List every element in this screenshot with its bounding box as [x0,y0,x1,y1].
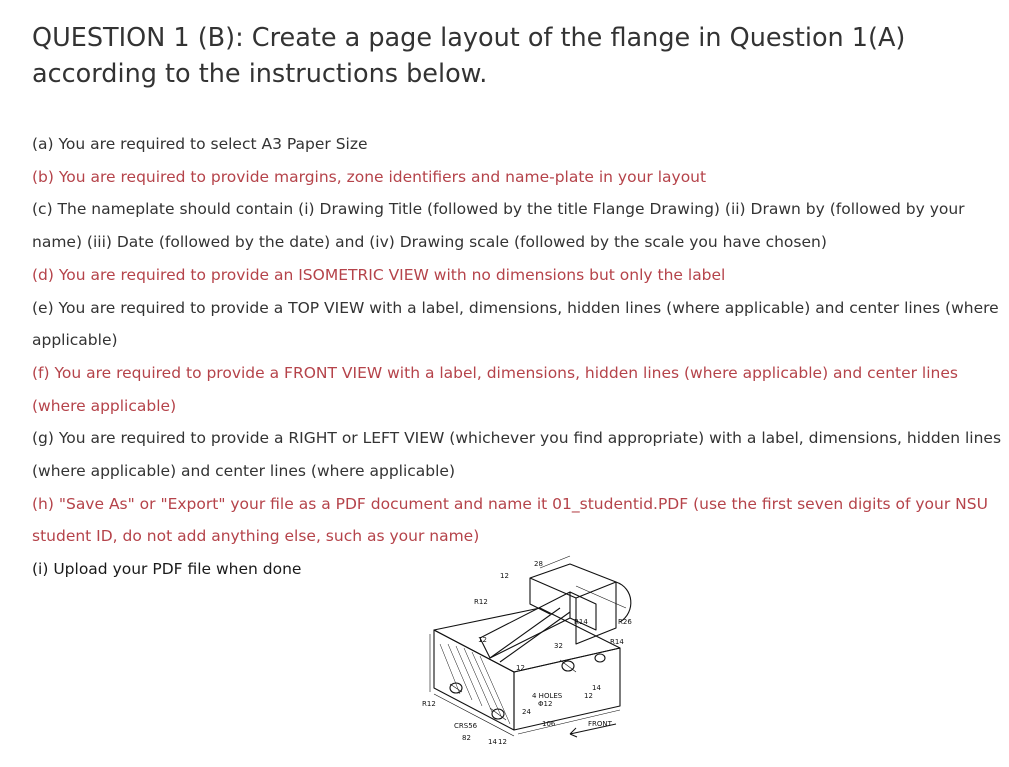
instruction-b: (b) You are required to provide margins,… [32,167,707,186]
label-12b: 12 [498,738,507,746]
upright-left [529,578,551,615]
hole-back [594,653,606,663]
instruction-f: (f) You are required to provide a FRONT … [32,363,958,415]
instruction-list: (a) You are required to select A3 Paper … [32,128,1002,586]
label-12-top: 12 [500,572,509,580]
label-12-right: 12 [584,692,593,700]
question-title: QUESTION 1 (B): Create a page layout of … [32,23,906,89]
label-82: 82 [462,734,471,742]
label-12-mid: 12 [516,664,525,672]
instruction-h: (h) "Save As" or "Export" your file as a… [32,494,988,546]
label-12-left: 12 [478,636,487,644]
instruction-d: (d) You are required to provide an ISOME… [32,265,726,284]
label-r12-left: R12 [422,700,436,708]
label-24: 24 [522,708,531,716]
rib-line-2 [499,611,571,663]
instruction-a: (a) You are required to select A3 Paper … [32,135,368,153]
label-r12-top: R12 [474,598,488,606]
instruction-e: (e) You are required to provide a TOP VI… [32,298,999,350]
label-14: 14 [592,684,601,692]
question-page: QUESTION 1 (B): Create a page layout of … [0,0,1009,767]
label-front: FRONT [588,720,613,728]
label-holes: 4 HOLES [532,692,563,700]
label-28: 28 [534,560,543,568]
label-crs: CRS56 [454,722,478,730]
label-106: 106 [542,720,556,728]
isometric-flange-drawing: 28 12 R12 R14 R26 R14 12 32 12 14 4 HOLE… [422,555,632,746]
label-14b: 14 [488,738,497,746]
instruction-g: (g) You are required to provide a RIGHT … [32,429,1002,481]
label-phi12: Φ12 [538,700,552,708]
label-r26: R26 [618,618,632,626]
upright-curve [615,581,632,623]
label-32: 32 [554,642,563,650]
instruction-c: (c) The nameplate should contain (i) Dra… [32,200,965,252]
label-r14-right: R14 [574,618,588,626]
label-r14-b: R14 [610,638,624,646]
